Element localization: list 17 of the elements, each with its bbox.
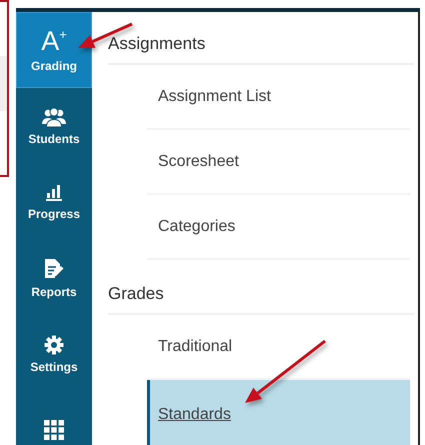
grid-icon — [44, 420, 64, 440]
nav-item[interactable]: Reports — [16, 240, 92, 316]
nav-item[interactable]: A$^{+}$ Grading — [16, 12, 92, 88]
menu-item[interactable]: Categories — [147, 195, 410, 260]
students-icon — [42, 106, 66, 126]
section-heading: Grades — [108, 260, 414, 315]
document-pencil-icon — [44, 258, 64, 280]
menu-item[interactable]: Standards — [147, 380, 410, 445]
grade-icon: A$^{+}$ — [41, 28, 67, 54]
nav-item[interactable]: Students — [16, 88, 92, 164]
menu-item[interactable]: Scoresheet — [147, 130, 410, 195]
nav-item[interactable]: Progress — [16, 164, 92, 240]
bar-chart-icon — [45, 184, 63, 202]
menu-item[interactable]: Assignment List — [147, 65, 410, 130]
gear-icon — [44, 334, 64, 354]
section-heading: Assignments — [108, 34, 414, 65]
nav-item[interactable]: Settings — [16, 316, 92, 392]
